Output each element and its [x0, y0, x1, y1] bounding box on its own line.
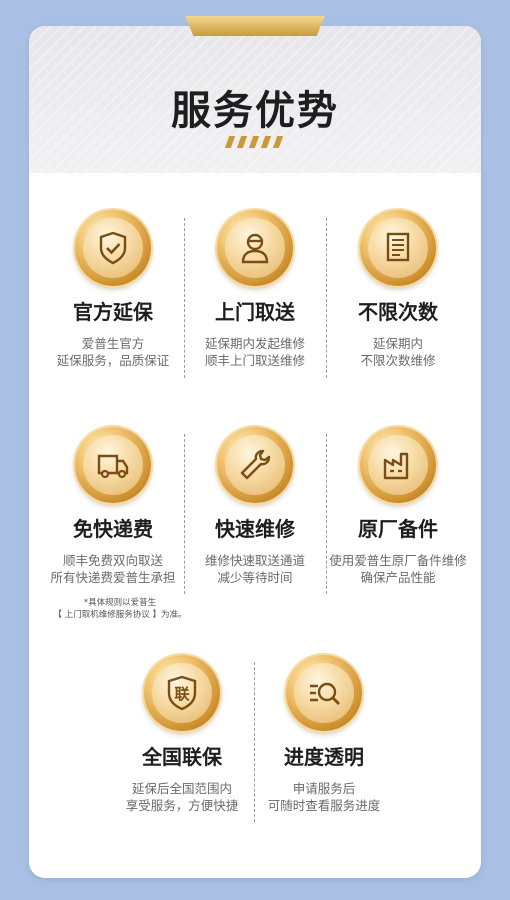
- feature-unlimited-repairs: 不限次数 延保期内 不限次数维修: [318, 210, 478, 369]
- union-shield-icon: 联: [144, 655, 220, 731]
- feature-desc: 延保期内 不限次数维修: [360, 336, 436, 368]
- union-glyph: 联: [174, 685, 190, 703]
- header-tab-decoration: [185, 16, 325, 36]
- feature-desc: 顺丰免费双向取送 所有快递费爱普生承担: [50, 553, 176, 585]
- title-slash-decoration: [223, 136, 287, 150]
- feature-title: 原厂备件: [358, 517, 438, 541]
- divider: [254, 662, 255, 822]
- feature-transparent-progress: 进度透明 申请服务后 可随时查看服务进度: [244, 655, 404, 814]
- feature-title: 不限次数: [358, 300, 438, 324]
- feature-desc: 申请服务后 可随时查看服务进度: [267, 781, 381, 813]
- feature-desc: 爱普生官方 延保服务，品质保证: [56, 336, 170, 368]
- feature-title: 免快递费: [73, 517, 153, 541]
- search-progress-icon: [286, 655, 362, 731]
- technician-icon: [217, 210, 293, 286]
- shield-check-icon: [75, 210, 151, 286]
- divider: [184, 434, 185, 594]
- feature-desc: 使用爱普生原厂备件维修 确保产品性能: [329, 553, 467, 585]
- feature-title: 进度透明: [284, 745, 364, 769]
- divider: [184, 218, 185, 378]
- feature-original-parts: 原厂备件 使用爱普生原厂备件维修 确保产品性能: [318, 427, 478, 586]
- document-icon: [360, 210, 436, 286]
- feature-free-shipping: 免快递费 顺丰免费双向取送 所有快递费爱普生承担: [33, 427, 193, 586]
- feature-title: 全国联保: [142, 745, 222, 769]
- feature-fast-repair: 快速维修 维修快速取送通道 减少等待时间: [175, 427, 335, 586]
- feature-title: 快速维修: [215, 517, 295, 541]
- feature-title: 官方延保: [73, 300, 153, 324]
- delivery-truck-icon: [75, 427, 151, 503]
- feature-nationwide-warranty: 联 全国联保 延保后全国范围内 享受服务，方便快捷: [102, 655, 262, 814]
- feature-desc: 延保期内发起维修 顺丰上门取送维修: [204, 336, 305, 368]
- feature-official-warranty: 官方延保 爱普生官方 延保服务，品质保证: [33, 210, 193, 369]
- page-title: 服务优势: [171, 88, 339, 134]
- factory-icon: [360, 427, 436, 503]
- wrench-icon: [217, 427, 293, 503]
- divider: [326, 434, 327, 594]
- footnote: *具体规则以爱普生 【 上门取机维修服务协议 】为准。: [53, 598, 187, 620]
- feature-desc: 维修快速取送通道 减少等待时间: [204, 553, 305, 585]
- feature-title: 上门取送: [215, 300, 295, 324]
- feature-desc: 延保后全国范围内 享受服务，方便快捷: [125, 781, 239, 813]
- divider: [326, 218, 327, 378]
- feature-pickup-delivery: 上门取送 延保期内发起维修 顺丰上门取送维修: [175, 210, 335, 369]
